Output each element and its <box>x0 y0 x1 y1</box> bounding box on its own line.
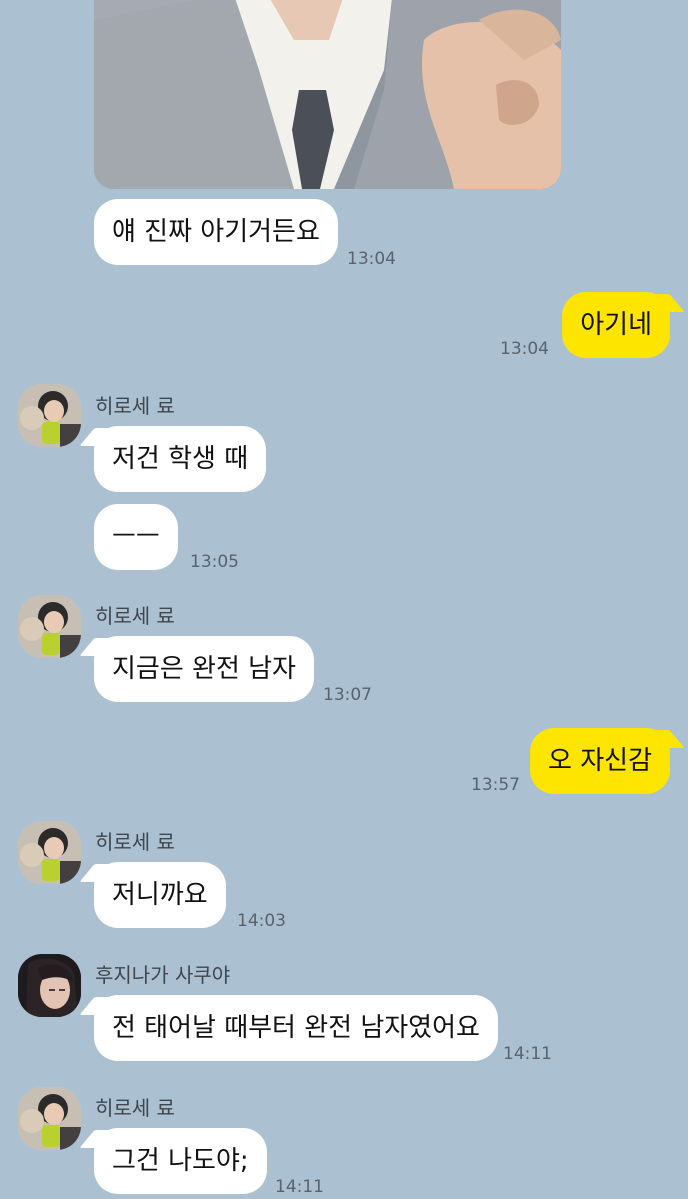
message-bubble[interactable]: 오 자신감 <box>530 728 670 794</box>
avatar-hirose[interactable] <box>18 1087 81 1150</box>
message-bubble[interactable]: 아기네 <box>562 292 670 358</box>
message-time: 14:11 <box>503 1044 552 1064</box>
sender-name: 히로세 료 <box>95 1096 175 1120</box>
message-bubble[interactable]: 전 태어날 때부터 완전 남자였어요 <box>94 995 498 1061</box>
message-bubble[interactable]: 저니까요 <box>94 862 226 928</box>
profile-photo-icon <box>18 954 81 1017</box>
message-time: 13:05 <box>190 552 239 572</box>
photo-image <box>94 0 561 189</box>
message-time: 14:11 <box>275 1177 324 1197</box>
avatar-hirose[interactable] <box>18 384 81 447</box>
sender-name: 후지나가 사쿠야 <box>95 963 231 987</box>
message-bubble[interactable]: 얘 진짜 아기거든요 <box>94 199 338 265</box>
profile-photo-icon <box>18 384 81 447</box>
avatar-hirose[interactable] <box>18 595 81 658</box>
avatar-hirose[interactable] <box>18 821 81 884</box>
message-bubble[interactable]: ㅡㅡ <box>94 504 178 570</box>
message-time: 13:04 <box>347 249 396 269</box>
message-time: 14:03 <box>237 911 286 931</box>
sender-name: 히로세 료 <box>95 394 175 418</box>
message-bubble[interactable]: 저건 학생 때 <box>94 426 267 492</box>
message-time: 13:04 <box>500 339 549 359</box>
profile-photo-icon <box>18 595 81 658</box>
shared-photo[interactable] <box>94 0 561 189</box>
avatar-fujinaga[interactable] <box>18 954 81 1017</box>
message-bubble[interactable]: 지금은 완전 남자 <box>94 636 314 702</box>
message-time: 13:57 <box>471 775 520 795</box>
sender-name: 히로세 료 <box>95 830 175 854</box>
message-time: 13:07 <box>323 685 372 705</box>
message-bubble[interactable]: 그건 나도야; <box>94 1128 267 1194</box>
profile-photo-icon <box>18 1087 81 1150</box>
profile-photo-icon <box>18 821 81 884</box>
sender-name: 히로세 료 <box>95 604 175 628</box>
